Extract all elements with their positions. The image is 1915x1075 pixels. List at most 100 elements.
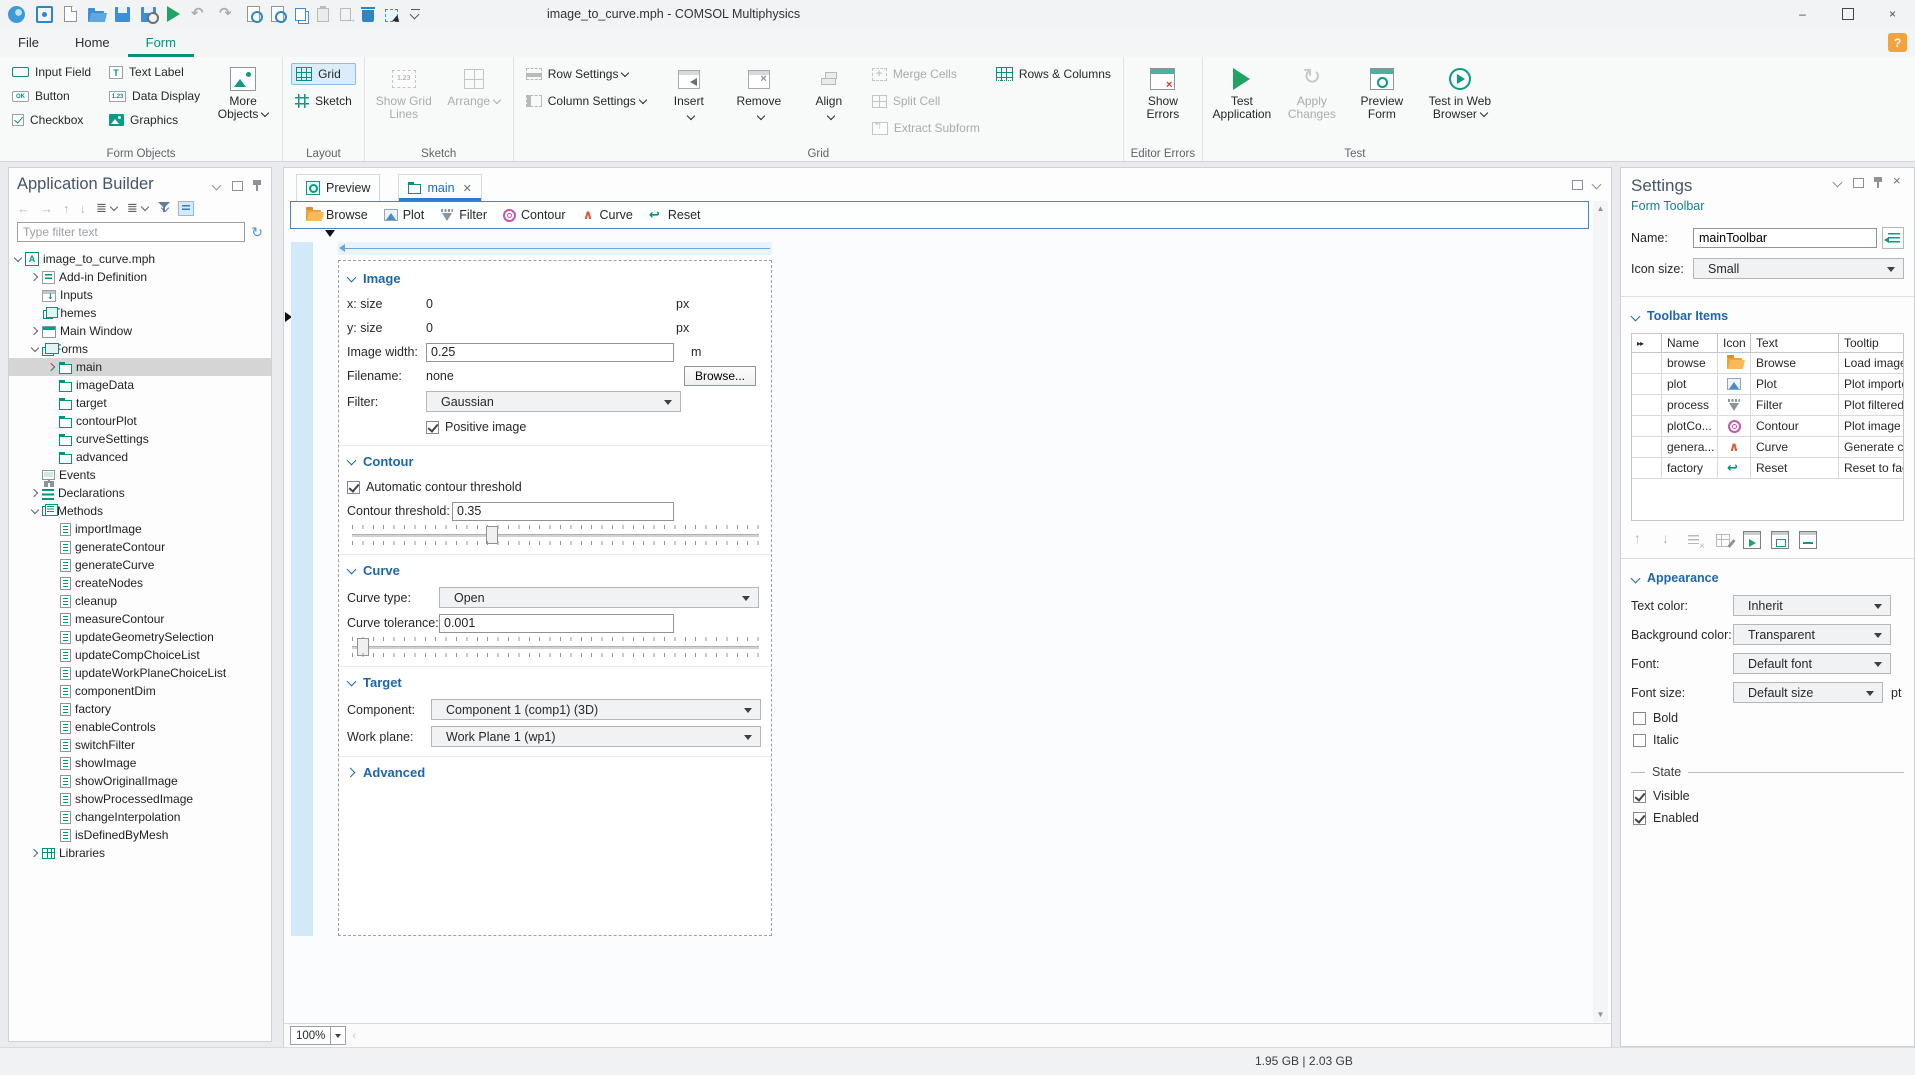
show-grid-lines-button[interactable]: Show Grid Lines (373, 61, 435, 145)
component-select[interactable]: Component 1 (comp1) (3D) (431, 699, 761, 720)
tree-item-cleanup[interactable]: cleanup (9, 592, 271, 610)
tree-item-events[interactable]: Events (9, 466, 271, 484)
panel-float-icon[interactable] (231, 179, 243, 191)
tree-expander-icon[interactable] (47, 666, 59, 680)
tree-expander-icon[interactable] (47, 594, 59, 608)
settings-menu-icon[interactable] (1832, 176, 1844, 188)
section-advanced-header[interactable]: Advanced (339, 760, 771, 786)
section-image-header[interactable]: Image (339, 266, 771, 292)
section-curve-header[interactable]: Curve (339, 558, 771, 584)
tree-expander-icon[interactable] (13, 252, 25, 266)
edit-name-icon[interactable] (1881, 227, 1904, 249)
tree-item-enablecontrols[interactable]: enableControls (9, 718, 271, 736)
input-field-button[interactable]: Input Field (8, 61, 95, 83)
tree-expander-icon[interactable] (47, 378, 59, 392)
save-as-icon[interactable] (141, 6, 159, 24)
text-label-button[interactable]: Text Label (105, 61, 204, 83)
tree-item-curvesettings[interactable]: curveSettings (9, 430, 271, 448)
add-separator-icon[interactable] (1799, 531, 1817, 549)
tree-item-advanced[interactable]: advanced (9, 448, 271, 466)
grid-mode-button[interactable]: Grid (291, 63, 356, 85)
collapse-all-icon[interactable]: ≣ (96, 200, 117, 216)
data-display-button[interactable]: Data Display (105, 85, 204, 107)
tree-expander-icon[interactable] (47, 414, 59, 428)
tree-expander-icon[interactable] (47, 828, 59, 842)
tree-item-declarations[interactable]: Declarations (9, 484, 271, 502)
background-color-select[interactable]: Transparent (1733, 624, 1891, 645)
toolbar-name-input[interactable] (1693, 228, 1877, 248)
tree-expander-icon[interactable] (30, 504, 42, 518)
contour-threshold-input[interactable] (452, 501, 674, 521)
rows-columns-button[interactable]: Rows & Columns (992, 63, 1115, 85)
tree-expander-icon[interactable] (30, 846, 42, 860)
graphics-object-button[interactable]: Graphics (105, 109, 204, 131)
panel-menu-icon[interactable] (211, 179, 223, 191)
help-button[interactable]: ? (1888, 33, 1907, 52)
tree-expander-icon[interactable] (47, 630, 59, 644)
tree-expander-icon[interactable] (30, 306, 42, 320)
remove-button[interactable]: Remove (728, 61, 790, 145)
show-in-model-builder-icon[interactable] (177, 200, 194, 216)
align-button[interactable]: Align (798, 61, 860, 145)
tree-expander-icon[interactable] (30, 324, 42, 338)
tree-expander-icon[interactable] (47, 648, 59, 662)
delete-item-icon[interactable] (1687, 531, 1705, 552)
column-marker-icon[interactable] (325, 230, 335, 237)
tree-item-addin-definition[interactable]: Add-in Definition (9, 268, 271, 286)
tree-expander-icon[interactable] (47, 810, 59, 824)
tree-item-updatecompchoicelist[interactable]: updateCompChoiceList (9, 646, 271, 664)
tab-form[interactable]: Form (128, 28, 194, 57)
apply-changes-button[interactable]: Apply Changes (1281, 61, 1343, 145)
tab-preview[interactable]: Preview (296, 174, 381, 201)
merge-cells-button[interactable]: Merge Cells (868, 63, 984, 85)
bold-checkbox[interactable]: Bold (1633, 711, 1904, 725)
filter-select[interactable]: Gaussian (426, 391, 681, 412)
tree-expander-icon[interactable] (47, 396, 59, 410)
open-file-icon[interactable] (88, 7, 104, 22)
icon-size-select[interactable]: Small (1693, 258, 1904, 279)
column-header-icon[interactable]: Icon (1718, 334, 1751, 352)
font-select[interactable]: Default font (1733, 653, 1891, 674)
column-width-indicator[interactable] (338, 242, 772, 255)
split-cell-button[interactable]: Split Cell (868, 90, 984, 112)
extract-subform-button[interactable]: Extract Subform (868, 117, 984, 139)
browse-button[interactable]: Browse (299, 206, 375, 224)
tree-expander-icon[interactable] (47, 792, 59, 806)
maximize-editor-icon[interactable] (1571, 178, 1583, 190)
tree-item-showprocessedimage[interactable]: showProcessedImage (9, 790, 271, 808)
column-header-tooltip[interactable]: Tooltip (1839, 334, 1903, 352)
contour-button[interactable]: Contour (496, 206, 572, 224)
tree-expander-icon[interactable] (30, 342, 42, 356)
maximize-button[interactable] (1825, 0, 1870, 28)
tab-main[interactable]: main ✕ (398, 174, 482, 201)
tree-item-createnodes[interactable]: createNodes (9, 574, 271, 592)
add-toolbar-button-icon[interactable] (1743, 531, 1761, 549)
duplicate-icon[interactable] (340, 8, 356, 24)
close-button[interactable]: × (1870, 0, 1915, 28)
checkbox-object-button[interactable]: Checkbox (8, 109, 95, 131)
select-region-icon[interactable] (385, 8, 398, 22)
tree-item-updateworkplanechoicelist[interactable]: updateWorkPlaneChoiceList (9, 664, 271, 682)
reset-button[interactable]: Reset (642, 206, 708, 224)
column-header-name[interactable]: Name (1662, 334, 1718, 352)
selected-grid-column-band[interactable] (291, 242, 313, 936)
slider-handle[interactable] (356, 638, 369, 656)
table-row[interactable]: plot Plot Plot importe... (1632, 374, 1903, 395)
tree-expander-icon[interactable] (30, 468, 42, 482)
tree-item-root[interactable]: image_to_curve.mph (9, 250, 271, 268)
new-file-icon[interactable] (64, 6, 77, 22)
tree-item-showimage[interactable]: showImage (9, 754, 271, 772)
toolbar-items-header[interactable]: Toolbar Items (1631, 309, 1904, 323)
tree-item-importimage[interactable]: importImage (9, 520, 271, 538)
tree-item-contourplot[interactable]: contourPlot (9, 412, 271, 430)
zoom-level-dropdown[interactable]: 100% (290, 1026, 347, 1045)
tree-item-generatecontour[interactable]: generateContour (9, 538, 271, 556)
tree-item-updategeometryselection[interactable]: updateGeometrySelection (9, 628, 271, 646)
filter-tree-icon[interactable] (158, 201, 168, 216)
edit-item-icon[interactable] (1715, 531, 1733, 549)
minimize-button[interactable]: – (1780, 0, 1825, 28)
redo-icon[interactable] (219, 4, 236, 23)
test-in-web-browser-button[interactable]: Test in Web Browser (1421, 61, 1499, 145)
tree-expander-icon[interactable] (47, 702, 59, 716)
tree-expander-icon[interactable] (47, 720, 59, 734)
